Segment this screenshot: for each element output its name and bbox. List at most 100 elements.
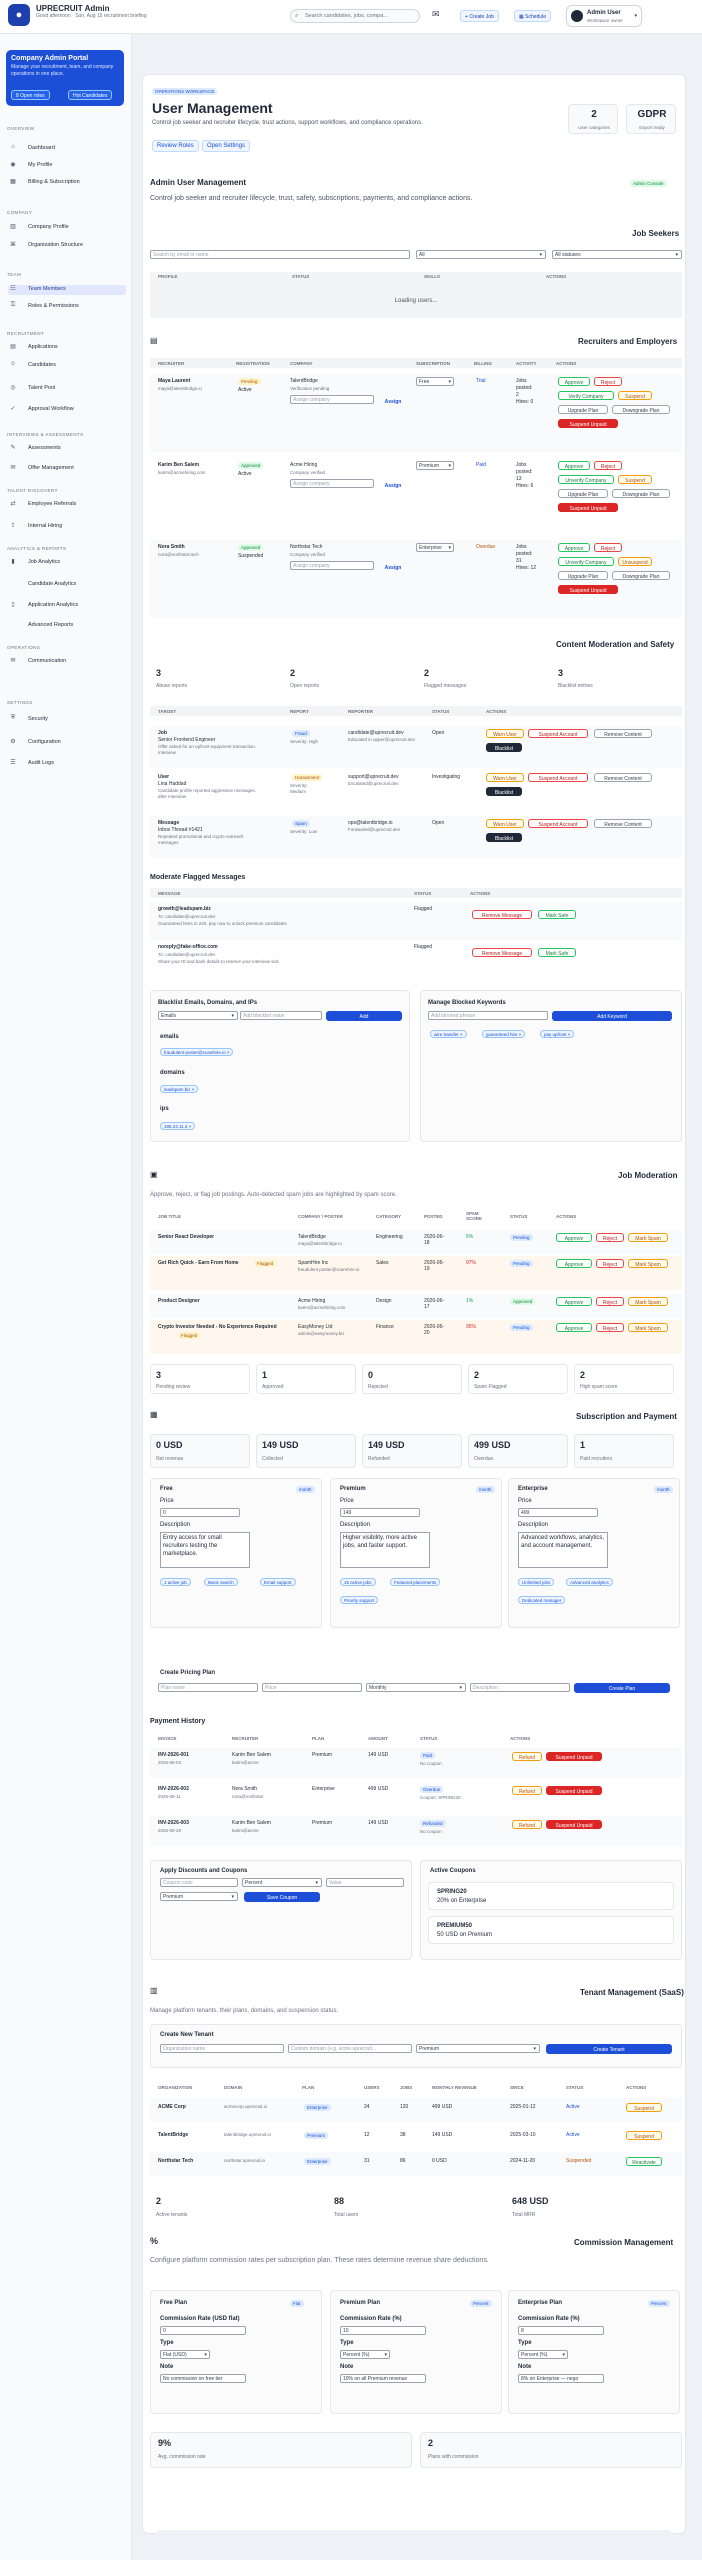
plan-price-input[interactable]: Price xyxy=(265,1685,276,1691)
blacklist-button[interactable]: Blacklist xyxy=(486,833,522,842)
sidebar-item[interactable]: ☺ Candidates xyxy=(8,361,126,371)
job-seeker-search-input[interactable]: Search by email or name xyxy=(153,252,209,258)
downgrade-plan-button[interactable]: Downgrade Plan xyxy=(612,405,670,414)
commission-rate-input[interactable]: 8 xyxy=(518,2326,604,2335)
tenant-action-button[interactable]: Suspend xyxy=(626,2103,662,2112)
suspend-button[interactable]: Suspend xyxy=(618,475,652,484)
warn-user-button[interactable]: Warn User xyxy=(486,729,524,738)
create-tenant-button[interactable]: Create Tenant xyxy=(546,2044,672,2054)
commission-rate-input[interactable]: 0 xyxy=(160,2326,246,2335)
upgrade-plan-button[interactable]: Upgrade Plan xyxy=(558,489,608,498)
blacklist-button[interactable]: Blacklist xyxy=(486,743,522,752)
mark-spam-button[interactable]: Mark Spam xyxy=(628,1233,668,1242)
approve-button[interactable]: Approve xyxy=(558,377,590,386)
sidebar-item[interactable]: ⌂ Dashboard xyxy=(8,144,126,154)
remove-content-button[interactable]: Remove Content xyxy=(594,819,652,828)
suspend-account-button[interactable]: Suspend Account xyxy=(528,729,588,738)
verify-company-button[interactable]: Unverify Company xyxy=(558,557,614,566)
suspend-account-button[interactable]: Suspend Account xyxy=(528,773,588,782)
create-job-button[interactable]: + Create Job xyxy=(460,10,499,22)
commission-type-select[interactable]: Flat (USD) ▾ xyxy=(160,2350,210,2359)
keyword-input[interactable]: Add blocked phrase xyxy=(431,1013,475,1019)
sidebar-item[interactable]: ⇄ Employee Referrals xyxy=(8,500,126,510)
commission-note-input[interactable]: 10% on all Premium revenue xyxy=(340,2374,426,2383)
plan-price-input[interactable]: 499 xyxy=(518,1508,598,1517)
status-filter-select[interactable]: All statuses ▾ xyxy=(552,250,682,259)
plan-description-textarea[interactable]: Higher visibility, more active jobs, and… xyxy=(340,1532,430,1568)
sidebar-item[interactable]: ✉ Offer Management xyxy=(8,464,126,474)
blacklist-domain-tag[interactable]: leadspam.biz × xyxy=(160,1085,199,1093)
keyword-tag[interactable]: guaranteed hire × xyxy=(482,1030,526,1038)
sidebar-item[interactable]: ▮ Job Analytics xyxy=(8,558,126,568)
sidebar-item[interactable]: ⚿ Roles & Permissions xyxy=(8,302,126,312)
upgrade-plan-button[interactable]: Upgrade Plan xyxy=(558,571,608,580)
tenant-org-input[interactable]: Organization name xyxy=(163,2046,205,2052)
warn-user-button[interactable]: Warn User xyxy=(486,773,524,782)
reject-job-button[interactable]: Reject xyxy=(596,1259,624,1268)
suspend-button[interactable]: Unsuspend xyxy=(618,557,652,566)
approve-job-button[interactable]: Approve xyxy=(556,1323,592,1332)
tenant-plan-select[interactable]: Premium ▾ xyxy=(416,2044,540,2053)
sidebar-item[interactable]: ▦ Billing & Subscription xyxy=(8,178,126,188)
mark-spam-button[interactable]: Mark Spam xyxy=(628,1297,668,1306)
approve-job-button[interactable]: Approve xyxy=(556,1259,592,1268)
create-plan-button[interactable]: Create Plan xyxy=(574,1683,670,1693)
refund-button[interactable]: Refund xyxy=(512,1752,542,1761)
plan-description-textarea[interactable]: Advanced workflows, analytics, and accou… xyxy=(518,1532,608,1568)
assign-button[interactable]: Assign xyxy=(380,562,406,571)
sidebar-item[interactable]: Candidate Analytics xyxy=(8,580,126,590)
subscription-select[interactable]: Free ▾ xyxy=(416,377,454,386)
save-coupon-button[interactable]: Save Coupon xyxy=(244,1892,320,1902)
suspend-unpaid-button[interactable]: Suspend Unpaid xyxy=(546,1786,602,1795)
reject-button[interactable]: Reject xyxy=(594,543,622,552)
commission-type-select[interactable]: Percent (%) ▾ xyxy=(340,2350,390,2359)
reject-job-button[interactable]: Reject xyxy=(596,1233,624,1242)
mark-spam-button[interactable]: Mark Spam xyxy=(628,1323,668,1332)
verify-company-button[interactable]: Verify Company xyxy=(558,391,614,400)
open-roles-button[interactable]: 8 Open roles xyxy=(11,90,50,100)
sidebar-item[interactable]: ⛨ Security xyxy=(8,715,126,725)
sidebar-item[interactable]: Advanced Reports xyxy=(8,621,126,631)
sidebar-item[interactable]: ☷ Team Members xyxy=(8,285,126,295)
commission-note-input[interactable]: No commission on free tier xyxy=(160,2374,246,2383)
commission-rate-input[interactable]: 10 xyxy=(340,2326,426,2335)
sidebar-item[interactable]: ⇪ Internal Hiring xyxy=(8,522,126,532)
coupon-plan-select[interactable]: Premium ▾ xyxy=(160,1892,238,1901)
add-keyword-button[interactable]: Add Keyword xyxy=(552,1011,672,1021)
commission-type-select[interactable]: Percent (%) ▾ xyxy=(518,2350,568,2359)
coupon-code-input[interactable]: Coupon code xyxy=(163,1880,193,1886)
tenant-action-button[interactable]: Suspend xyxy=(626,2131,662,2140)
suspend-account-button[interactable]: Suspend Account xyxy=(528,819,588,828)
global-search-input[interactable]: ⌕ Search candidates, jobs, compa... xyxy=(290,9,420,23)
assign-company-input[interactable]: Assign company xyxy=(290,561,374,570)
plan-name-input[interactable]: Plan name xyxy=(161,1685,185,1691)
suspend-unpaid-button[interactable]: Suspend Unpaid xyxy=(546,1820,602,1829)
suspend-unpaid-button[interactable]: Suspend Unpaid xyxy=(558,585,618,594)
mark-safe-button[interactable]: Mark Safe xyxy=(538,948,576,957)
mark-safe-button[interactable]: Mark Safe xyxy=(538,910,576,919)
plan-desc-input[interactable]: Description xyxy=(473,1685,498,1691)
reject-button[interactable]: Reject xyxy=(594,461,622,470)
sidebar-item[interactable]: ⚙ Configuration xyxy=(8,738,126,748)
sidebar-item[interactable]: ⌘ Organization Structure xyxy=(8,241,126,251)
suspend-unpaid-button[interactable]: Suspend Unpaid xyxy=(558,419,618,428)
sidebar-item[interactable]: ✉ Communication xyxy=(8,657,126,667)
plan-price-input[interactable]: 0 xyxy=(160,1508,240,1517)
refund-button[interactable]: Refund xyxy=(512,1786,542,1795)
tenant-domain-input[interactable]: Custom domain (e.g. acme.uprecruit... xyxy=(291,2046,376,2052)
role-filter-select[interactable]: All ▾ xyxy=(416,250,546,259)
commission-note-input[interactable]: 8% on Enterprise — nego xyxy=(518,2374,604,2383)
blacklist-button[interactable]: Blacklist xyxy=(486,787,522,796)
refund-button[interactable]: Refund xyxy=(512,1820,542,1829)
verify-company-button[interactable]: Unverify Company xyxy=(558,475,614,484)
review-roles-button[interactable]: Review Roles xyxy=(152,140,199,152)
messages-icon[interactable]: ✉ xyxy=(432,9,440,20)
downgrade-plan-button[interactable]: Downgrade Plan xyxy=(612,489,670,498)
suspend-unpaid-button[interactable]: Suspend Unpaid xyxy=(546,1752,602,1761)
assign-button[interactable]: Assign xyxy=(380,480,406,489)
sidebar-item[interactable]: ▯ Application Analytics xyxy=(8,601,126,611)
remove-message-button[interactable]: Remove Message xyxy=(472,910,532,919)
upgrade-plan-button[interactable]: Upgrade Plan xyxy=(558,405,608,414)
coupon-value-input[interactable]: Value xyxy=(329,1880,341,1886)
plan-price-input[interactable]: 149 xyxy=(340,1508,420,1517)
